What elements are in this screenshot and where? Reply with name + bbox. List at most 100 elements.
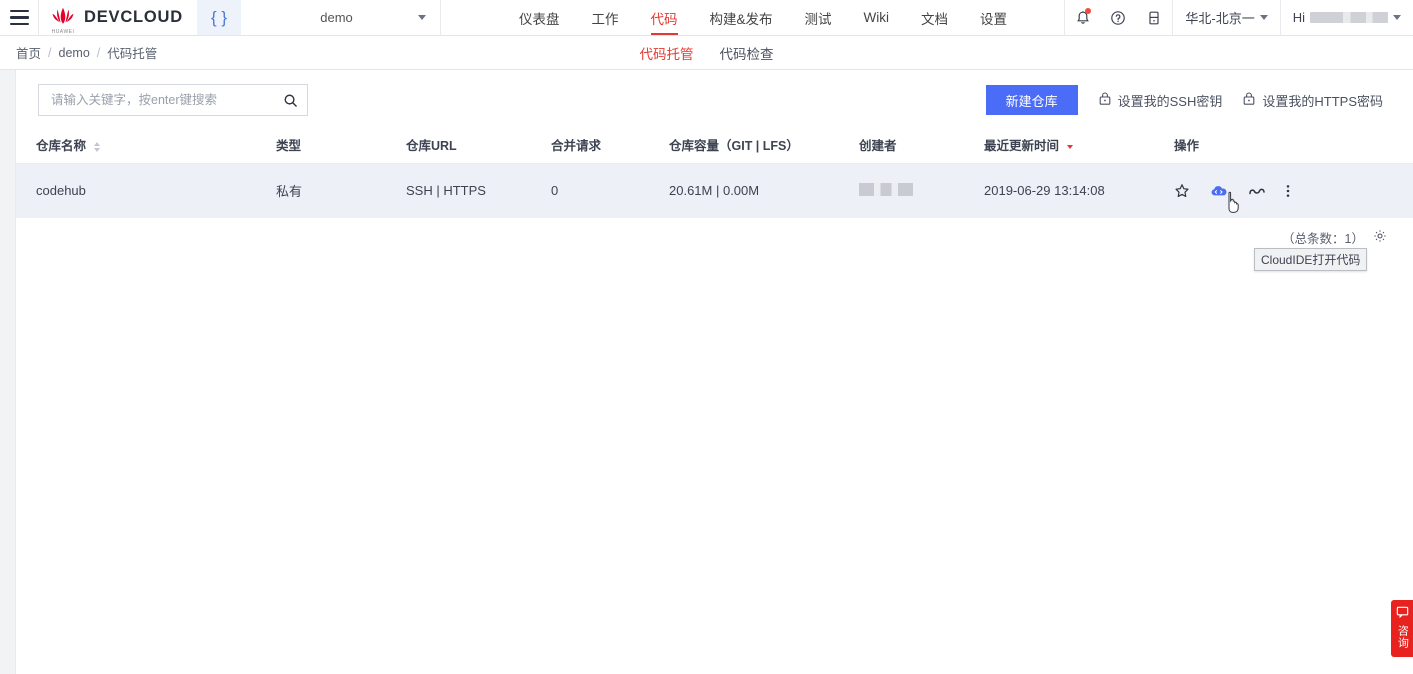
breadcrumb-separator: /	[48, 46, 51, 60]
user-menu[interactable]: Hi	[1280, 0, 1413, 35]
chevron-down-icon	[1393, 15, 1401, 20]
sort-icon[interactable]	[94, 142, 100, 152]
new-repo-button[interactable]: 新建仓库	[986, 85, 1078, 115]
nav-item-wiki[interactable]: Wiki	[848, 0, 906, 35]
ssh-key-settings-link[interactable]: 设置我的SSH密钥	[1098, 91, 1223, 110]
chevron-down-icon	[418, 15, 426, 20]
gear-icon[interactable]	[1373, 229, 1387, 246]
cell-capacity: 20.61M | 0.00M	[669, 164, 859, 218]
nav-label: 测试	[805, 8, 832, 28]
hamburger-icon[interactable]	[0, 0, 38, 35]
lock-icon	[1098, 91, 1112, 109]
brand-sub-label: HUAWEI	[49, 29, 77, 35]
nav-label: 构建&发布	[710, 8, 773, 28]
column-label: 仓库名称	[36, 139, 86, 153]
column-header-updated[interactable]: 最近更新时间	[984, 126, 1174, 164]
column-header-creator: 创建者	[859, 126, 984, 164]
star-icon[interactable]	[1174, 183, 1190, 199]
breadcrumb-item-project[interactable]: demo	[59, 46, 90, 60]
cell-repo-name[interactable]: codehub	[16, 164, 276, 218]
column-label: 类型	[276, 139, 301, 153]
nav-label: 文档	[921, 8, 948, 28]
column-label: 最近更新时间	[984, 139, 1059, 153]
column-label: 仓库容量（GIT | LFS）	[669, 139, 799, 153]
list-toolbar: 新建仓库 设置我的SSH密钥	[16, 70, 1413, 126]
creator-redacted	[859, 183, 913, 196]
repo-list-card: 新建仓库 设置我的SSH密钥	[16, 70, 1413, 674]
https-password-settings-link[interactable]: 设置我的HTTPS密码	[1242, 91, 1383, 110]
repo-url-link[interactable]: SSH | HTTPS	[406, 183, 486, 198]
app-icon[interactable]	[1136, 0, 1172, 35]
greeting-label: Hi	[1293, 10, 1305, 25]
region-selector[interactable]: 华北-北京一	[1172, 0, 1279, 35]
brand-label: DEVCLOUD	[84, 8, 183, 27]
breadcrumb-item-current: 代码托管	[107, 43, 157, 62]
consult-tab[interactable]: 咨询	[1391, 600, 1413, 657]
search-input[interactable]	[51, 93, 283, 107]
sort-icon-active[interactable]	[1067, 145, 1073, 149]
cell-updated-time: 2019-06-29 13:14:08	[984, 164, 1174, 218]
project-selector[interactable]: demo	[241, 0, 441, 35]
code-brace-icon[interactable]: { }	[197, 0, 241, 35]
lock-icon	[1242, 91, 1256, 109]
nav-label: Wiki	[864, 10, 890, 25]
page-body: 新建仓库 设置我的SSH密钥	[0, 70, 1413, 674]
column-header-merge-requests: 合并请求	[551, 126, 669, 164]
ssh-key-label: 设置我的SSH密钥	[1118, 91, 1223, 110]
nav-item-build-release[interactable]: 构建&发布	[694, 0, 789, 35]
brand-logo[interactable]: HUAWEI DEVCLOUD	[38, 0, 197, 35]
breadcrumb: 首页 / demo / 代码托管	[0, 43, 157, 62]
column-header-capacity: 仓库容量（GIT | LFS）	[669, 126, 859, 164]
table-header-row: 仓库名称 类型 仓库URL 合并请求 仓库容量（GIT | LFS） 创建者 最…	[16, 126, 1413, 164]
cloud-ide-icon[interactable]	[1210, 183, 1228, 199]
nav-item-test[interactable]: 测试	[789, 0, 848, 35]
cell-repo-type: 私有	[276, 164, 406, 218]
nav-label: 代码	[651, 8, 678, 28]
column-label: 创建者	[859, 139, 897, 153]
breadcrumb-item-home[interactable]: 首页	[16, 43, 41, 62]
nav-label: 仪表盘	[519, 8, 560, 28]
toolbar-actions: 新建仓库 设置我的SSH密钥	[986, 85, 1383, 115]
nav-item-docs[interactable]: 文档	[905, 0, 964, 35]
column-header-actions: 操作	[1174, 126, 1413, 164]
username-redacted	[1310, 12, 1388, 23]
brace-glyph: { }	[211, 8, 227, 28]
left-gutter	[0, 70, 16, 674]
bell-icon[interactable]	[1064, 0, 1100, 35]
row-action-group	[1174, 183, 1413, 199]
nav-label: 工作	[592, 8, 619, 28]
cell-repo-url[interactable]: SSH | HTTPS	[406, 164, 551, 218]
nav-item-code[interactable]: 代码	[635, 0, 694, 35]
main-nav: 仪表盘 工作 代码 构建&发布 测试 Wiki 文档 设置	[503, 0, 1023, 35]
search-box[interactable]	[38, 84, 308, 116]
sub-tabs: 代码托管 代码检查	[0, 36, 1413, 69]
breadcrumb-bar: 首页 / demo / 代码托管 代码托管 代码检查	[0, 36, 1413, 70]
chat-icon	[1396, 606, 1409, 622]
top-header: HUAWEI DEVCLOUD { } demo 仪表盘 工作 代码 构建&发布…	[0, 0, 1413, 36]
region-label: 华北-北京一	[1185, 8, 1254, 27]
search-icon[interactable]	[283, 93, 298, 108]
nav-item-work[interactable]: 工作	[576, 0, 635, 35]
help-icon[interactable]	[1100, 0, 1136, 35]
total-count-label: （总条数：1）	[1282, 228, 1364, 247]
column-label: 操作	[1174, 139, 1199, 153]
nav-item-dashboard[interactable]: 仪表盘	[503, 0, 576, 35]
column-label: 仓库URL	[406, 139, 457, 153]
breadcrumb-separator: /	[97, 46, 100, 60]
column-header-type: 类型	[276, 126, 406, 164]
column-header-name[interactable]: 仓库名称	[16, 126, 276, 164]
cell-merge-requests: 0	[551, 164, 669, 218]
more-icon[interactable]	[1286, 183, 1290, 199]
project-name: demo	[255, 10, 418, 25]
header-right: 华北-北京一 Hi	[1064, 0, 1413, 35]
tab-code-check[interactable]: 代码检查	[720, 43, 774, 63]
nav-item-settings[interactable]: 设置	[964, 0, 1023, 35]
tooltip: CloudIDE打开代码	[1254, 248, 1367, 271]
tab-code-hosting[interactable]: 代码托管	[640, 43, 694, 63]
column-label: 合并请求	[551, 139, 601, 153]
branch-icon[interactable]	[1248, 184, 1266, 198]
nav-label: 设置	[980, 8, 1007, 28]
table-row[interactable]: codehub 私有 SSH | HTTPS 0 20.61M | 0.00M …	[16, 164, 1413, 218]
repository-table: 仓库名称 类型 仓库URL 合并请求 仓库容量（GIT | LFS） 创建者 最…	[16, 126, 1413, 218]
huawei-logo-icon: HUAWEI	[49, 6, 77, 30]
